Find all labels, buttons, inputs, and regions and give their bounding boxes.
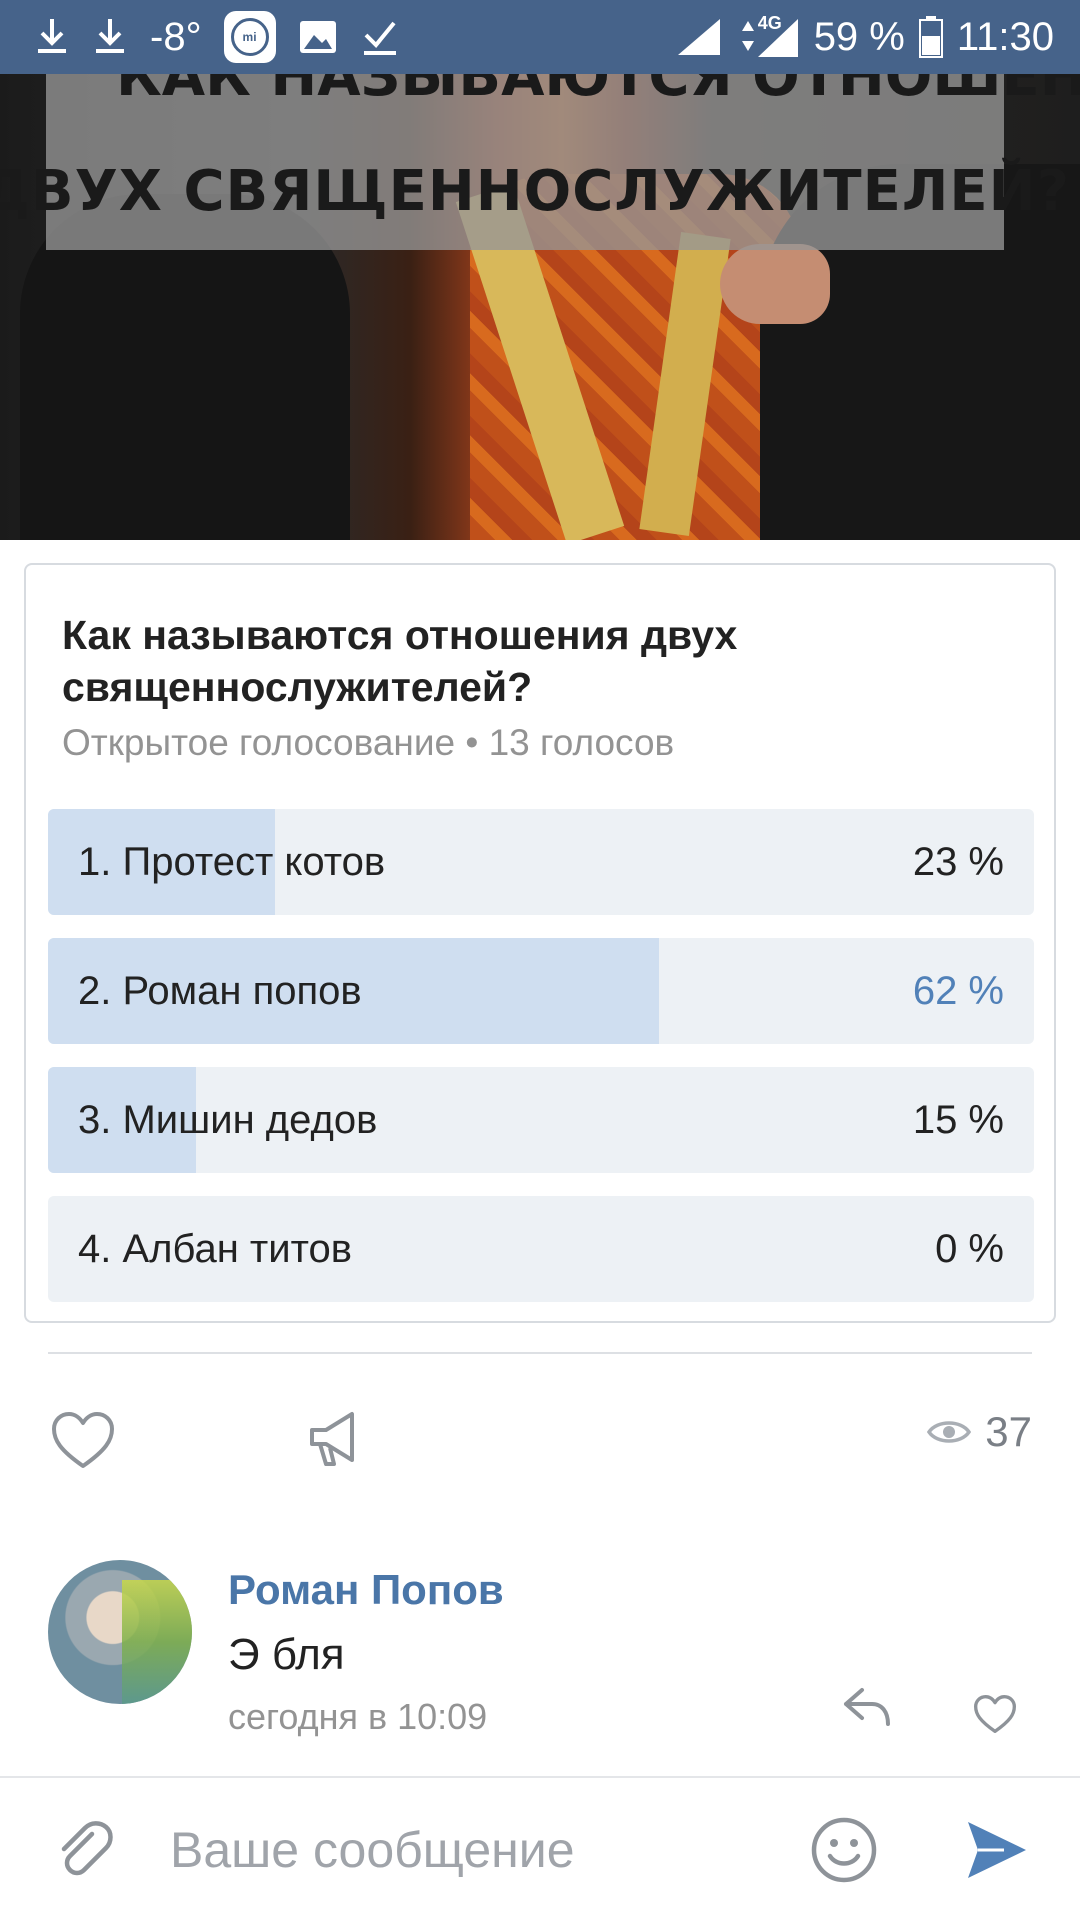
views-count: 37 — [985, 1408, 1032, 1455]
heart-icon — [52, 1412, 114, 1468]
divider — [48, 1352, 1032, 1354]
signal-icon — [676, 17, 722, 57]
avatar[interactable] — [48, 1560, 192, 1704]
message-input[interactable] — [170, 1808, 790, 1892]
download-icon — [34, 17, 70, 57]
network-4g-icon: 4G — [736, 13, 800, 59]
status-bar: -8° mi 4G 59 % 11:30 — [0, 0, 1080, 74]
poll-card: Как называются отношения двух священносл… — [24, 563, 1056, 1323]
network-type: 4G — [757, 13, 782, 33]
image-caption-line1: КАК НАЗЫВАЮТСЯ ОТНОШЕНИЯ — [116, 74, 1080, 109]
smiley-icon — [811, 1817, 877, 1883]
weather-temperature: -8° — [150, 14, 202, 59]
message-composer — [0, 1776, 1080, 1920]
clock: 11:30 — [956, 14, 1054, 59]
download-icon — [92, 17, 128, 57]
comment-text: Э бля — [228, 1630, 345, 1679]
poll-option[interactable]: 4. Албан титов 0 % — [48, 1196, 1034, 1302]
emoji-button[interactable] — [810, 1816, 878, 1889]
reply-icon — [844, 1688, 890, 1726]
battery-percent: 59 % — [813, 14, 905, 59]
image-caption-box: КАК НАЗЫВАЮТСЯ ОТНОШЕНИЯ ДВУХ СВЯЩЕННОСЛ… — [0, 74, 1080, 250]
image-caption-line2: ДВУХ СВЯЩЕННОСЛУЖИТЕЛЕЙ? — [0, 159, 1070, 224]
poll-option-percent: 23 % — [912, 840, 1004, 884]
send-icon — [968, 1822, 1026, 1878]
poll-option-label: 2. Роман попов — [78, 969, 362, 1013]
mi-icon: mi — [223, 11, 276, 63]
post-actions: 37 — [0, 1400, 1080, 1480]
post-image[interactable]: КАК НАЗЫВАЮТСЯ ОТНОШЕНИЯ ДВУХ СВЯЩЕННОСЛ… — [0, 74, 1080, 540]
poll-option[interactable]: 3. Мишин дедов 15 % — [48, 1067, 1034, 1173]
image-icon — [298, 19, 338, 55]
poll-question: Как называются отношения двух священносл… — [62, 612, 738, 710]
comment-like-button[interactable] — [972, 1694, 1018, 1739]
share-button[interactable] — [306, 1408, 366, 1475]
check-icon — [360, 17, 400, 57]
poll-option-percent: 15 % — [912, 1098, 1004, 1142]
poll-option-label: 1. Протест котов — [78, 840, 386, 884]
poll-option-label: 3. Мишин дедов — [78, 1098, 378, 1142]
poll-option[interactable]: 1. Протест котов 23 % — [48, 809, 1034, 915]
paperclip-icon — [61, 1821, 113, 1876]
avatar-overlay — [122, 1580, 192, 1704]
send-button[interactable] — [964, 1818, 1030, 1887]
eye-icon — [927, 1421, 972, 1443]
image-hand — [720, 244, 830, 324]
comment: Роман Попов Э бля сегодня в 10:09 — [0, 1556, 1080, 1756]
poll-option[interactable]: 2. Роман попов 62 % — [48, 938, 1034, 1044]
battery-icon — [918, 16, 943, 58]
like-button[interactable] — [50, 1410, 116, 1475]
comment-author[interactable]: Роман Попов — [228, 1566, 504, 1614]
comment-time: сегодня в 10:09 — [228, 1696, 488, 1737]
poll-meta: Открытое голосование • 13 голосов — [62, 722, 675, 763]
poll-option-label: 4. Албан титов — [78, 1227, 352, 1271]
views-counter: 37 — [927, 1408, 1032, 1456]
reply-button[interactable] — [842, 1686, 892, 1733]
poll-option-percent: 0 % — [935, 1227, 1004, 1271]
megaphone-icon — [310, 1412, 354, 1466]
heart-icon — [974, 1695, 1016, 1733]
attach-button[interactable] — [52, 1818, 116, 1887]
poll-option-percent: 62 % — [912, 969, 1004, 1013]
